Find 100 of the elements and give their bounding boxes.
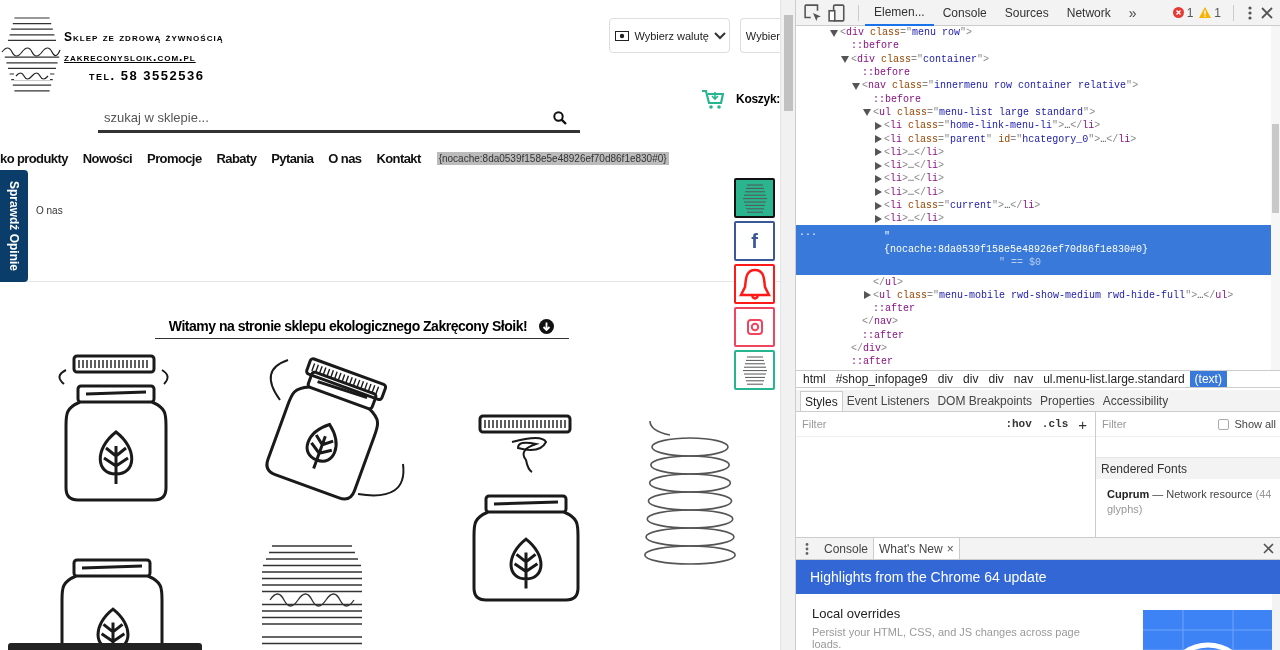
cart-label[interactable]: Koszyk: (736, 92, 780, 106)
pseudo-element-line[interactable]: ::before (862, 67, 910, 79)
search-field[interactable]: szukaj w sklepie... (98, 104, 553, 131)
close-icon[interactable] (1260, 5, 1274, 20)
dom-node-line[interactable]: <li>…</li> (884, 213, 945, 225)
menu-link[interactable]: ko produkty (0, 150, 68, 166)
collapsed-triangle-icon[interactable] (874, 121, 882, 130)
dom-node-line[interactable]: </ul> (873, 276, 904, 288)
close-icon[interactable] (1263, 543, 1274, 554)
sidebar-tab[interactable]: Event Listeners (842, 391, 934, 411)
expanded-triangle-icon[interactable] (863, 108, 871, 117)
pseudo-element-line[interactable]: ::before (873, 93, 921, 105)
breadcrumb-item[interactable]: ul.menu-list.large.standard (1038, 371, 1190, 387)
drawer-tab[interactable]: Console (819, 538, 874, 559)
more-options-icon[interactable] (1248, 5, 1252, 20)
social-logo-button[interactable] (734, 350, 775, 390)
dom-node-line[interactable]: <ul class="menu-list large standard"> (873, 106, 1096, 118)
pseudo-element-line[interactable]: ::after (851, 356, 893, 368)
collapsed-triangle-icon[interactable] (874, 135, 882, 143)
breadcrumb-item[interactable]: div (983, 371, 1009, 387)
breadcrumb-item[interactable]: html (798, 371, 831, 387)
feature-scrollbar[interactable] (1272, 594, 1280, 650)
shop-domain[interactable]: zakreconysloik.com.pl (64, 50, 196, 64)
hov-toggle[interactable]: :hov (1005, 418, 1032, 430)
breadcrumb-item[interactable]: nav (1008, 371, 1039, 387)
more-tabs-button[interactable]: » (1119, 4, 1146, 21)
dom-node-line[interactable]: <li class="current">…</li> (884, 200, 1041, 211)
arrow-down-circle-icon[interactable] (539, 318, 555, 334)
dom-node-line[interactable]: <nav class="innermenu row container relative"> (862, 80, 1139, 92)
error-count[interactable]: 1 (1186, 5, 1194, 20)
breadcrumb-item[interactable]: div (932, 371, 959, 387)
pseudo-element-line[interactable]: ::before (851, 40, 899, 52)
close-tab-icon[interactable]: × (946, 541, 954, 556)
dom-node-line[interactable]: <li class="home-link-menu-li">…</li> (884, 120, 1101, 132)
collapsed-triangle-icon[interactable] (874, 148, 882, 157)
collapsed-triangle-icon[interactable] (874, 214, 882, 223)
expanded-triangle-icon[interactable] (852, 81, 860, 90)
show-all-checkbox[interactable] (1218, 418, 1230, 430)
collapsed-triangle-icon[interactable] (863, 291, 871, 300)
menu-link[interactable]: O nas (328, 150, 362, 166)
menu-link[interactable]: Kontakt (376, 150, 421, 166)
tree-scrollbar[interactable] (1271, 26, 1280, 370)
sidebar-tab[interactable]: Properties (1036, 391, 1099, 411)
more-options-icon[interactable] (805, 542, 809, 555)
device-toggle-icon[interactable] (828, 3, 846, 22)
dom-node-line[interactable]: <div class="container"> (851, 53, 990, 65)
language-button[interactable]: Wybier (739, 18, 780, 53)
breadcrumb-item[interactable]: (text) (1189, 371, 1227, 387)
social-instagram-button[interactable] (734, 307, 775, 347)
devtools-tab[interactable]: Console (933, 0, 996, 26)
cart-icon[interactable] (702, 89, 725, 109)
currency-button[interactable]: Wybierz walutę (609, 18, 730, 53)
menu-link[interactable]: Nowości (82, 150, 133, 166)
social-bell-button[interactable] (734, 264, 775, 304)
scrollbar-thumb[interactable] (1272, 124, 1279, 213)
sidebar-tab[interactable]: Accessibility (1098, 391, 1173, 411)
drawer-tab-label[interactable]: What's New (879, 541, 943, 556)
collapsed-triangle-icon[interactable] (874, 161, 882, 170)
selected-text-node-row[interactable]: ... " {nocache:8da0539f158e5e48926ef70d86f1e830#0} " == $0 (796, 225, 1271, 276)
collapsed-triangle-icon[interactable] (874, 201, 882, 210)
social-facebook-button[interactable]: f (734, 221, 775, 261)
styles-filter-field[interactable]: Filter :hov .cls + (796, 412, 1095, 437)
menu-link[interactable]: Rabaty (216, 150, 257, 166)
more-dots[interactable]: ... (799, 227, 817, 239)
text-node-content[interactable]: {nocache:8da0539f158e5e48926ef70d86f1e830#0} (884, 243, 1271, 257)
drawer-tab[interactable]: What's New × (873, 538, 960, 559)
dom-node-line[interactable]: <li>…</li> (884, 173, 945, 185)
scrollbar-thumb[interactable] (784, 15, 793, 111)
reviews-side-tab[interactable]: Sprawdź Opinie (0, 170, 28, 282)
dom-node-line[interactable]: <li class="parent" id="hcategory_0">…</li> (884, 133, 1137, 145)
inspect-icon[interactable] (804, 3, 822, 22)
dom-node-line[interactable]: <li>…</li> (884, 160, 945, 172)
menu-link[interactable]: Pytania (271, 150, 314, 166)
pseudo-element-line[interactable]: ::after (862, 329, 904, 341)
pseudo-element-line[interactable]: ::after (873, 303, 915, 315)
drawer-tab-label[interactable]: Console (824, 541, 869, 556)
devtools-tab[interactable]: Elemen... (865, 0, 934, 26)
dom-node-line[interactable]: <ul class="menu-mobile rwd-show-medium rwd-hide-full">…</ul> (873, 289, 1234, 301)
page-scrollbar[interactable] (780, 0, 795, 650)
cls-toggle[interactable]: .cls (1041, 418, 1069, 430)
menu-link[interactable]: Promocje (147, 150, 202, 166)
warning-count[interactable]: 1 (1214, 5, 1221, 20)
devtools-tab[interactable]: Network (1057, 0, 1120, 26)
error-icon[interactable] (1172, 7, 1184, 18)
expanded-triangle-icon[interactable] (841, 55, 849, 64)
expanded-triangle-icon[interactable] (830, 28, 838, 37)
social-logo-button[interactable] (734, 178, 775, 218)
rendered-fonts-header[interactable]: Rendered Fonts (1096, 457, 1280, 479)
dom-node-line[interactable]: <div class="menu row"> (840, 27, 973, 39)
breadcrumb-item[interactable]: div (958, 371, 984, 387)
collapsed-triangle-icon[interactable] (874, 188, 882, 197)
sidebar-tab[interactable]: DOM Breakpoints (933, 391, 1037, 411)
dom-node-line[interactable]: <li>…</li> (884, 186, 945, 198)
dom-node-line[interactable]: <li>…</li> (884, 146, 945, 158)
dom-node-line[interactable]: </div> (851, 343, 888, 355)
search-icon[interactable] (553, 110, 567, 125)
collapsed-triangle-icon[interactable] (874, 174, 882, 183)
show-all-label[interactable]: Show all (1234, 418, 1276, 430)
dom-node-line[interactable]: </nav> (862, 316, 899, 328)
breadcrumb-item[interactable]: #shop_infopage9 (830, 371, 933, 387)
